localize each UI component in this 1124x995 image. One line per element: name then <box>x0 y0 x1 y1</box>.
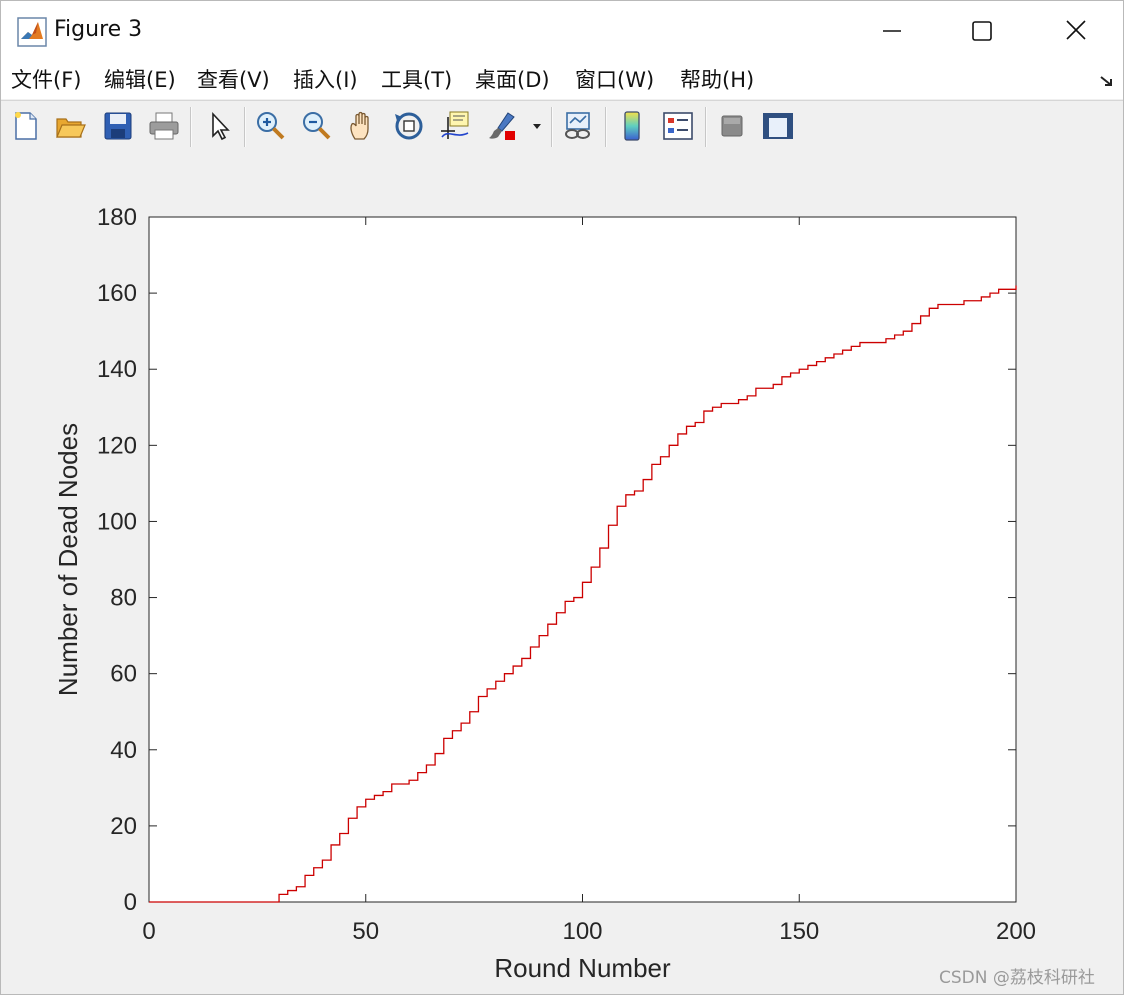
figure-window: Figure 3 文件(F) 编辑(E) 查看(V) 插入(I) 工具(T) 桌… <box>0 0 1124 995</box>
menu-file[interactable]: 文件(F) <box>11 65 81 95</box>
x-tick-label: 0 <box>142 918 155 945</box>
toolbar-separator <box>551 107 553 147</box>
hide-plot-tools-icon[interactable] <box>715 109 749 143</box>
y-tick-label: 20 <box>110 813 137 840</box>
x-tick-label: 200 <box>996 918 1036 945</box>
window-title: Figure 3 <box>54 17 143 42</box>
new-figure-icon[interactable] <box>9 109 43 143</box>
toolbar-separator <box>705 107 707 147</box>
data-cursor-icon[interactable] <box>438 109 472 143</box>
save-icon[interactable] <box>101 109 135 143</box>
print-icon[interactable] <box>147 109 181 143</box>
maximize-button[interactable] <box>959 11 1005 51</box>
open-file-icon[interactable] <box>54 109 88 143</box>
link-plot-icon[interactable] <box>561 109 595 143</box>
y-axis-label: Number of Dead Nodes <box>53 423 83 696</box>
menu-insert[interactable]: 插入(I) <box>293 65 358 95</box>
toolbar-separator <box>244 107 246 147</box>
x-tick-label: 100 <box>562 918 602 945</box>
matlab-logo-icon <box>17 17 47 47</box>
title-bar[interactable]: Figure 3 <box>1 1 1123 61</box>
menu-bar: 文件(F) 编辑(E) 查看(V) 插入(I) 工具(T) 桌面(D) 窗口(W… <box>1 61 1123 99</box>
insert-colorbar-icon[interactable] <box>615 109 649 143</box>
rotate-3d-icon[interactable] <box>392 109 426 143</box>
menu-help[interactable]: 帮助(H) <box>680 65 754 95</box>
toolbar-separator <box>605 107 607 147</box>
x-axis-label: Round Number <box>494 953 671 983</box>
close-button[interactable] <box>1053 11 1099 51</box>
minimize-button[interactable] <box>869 11 915 51</box>
plot-area <box>148 216 1017 903</box>
brush-dropdown-arrow-icon[interactable] <box>528 109 546 143</box>
y-tick-label: 0 <box>124 889 137 916</box>
watermark-text: CSDN @荔枝科研社 <box>939 968 1095 988</box>
menu-desktop[interactable]: 桌面(D) <box>475 65 550 95</box>
zoom-out-icon[interactable] <box>300 109 334 143</box>
menu-edit[interactable]: 编辑(E) <box>104 65 176 95</box>
edit-plot-arrow-icon[interactable] <box>203 109 237 143</box>
figure-canvas: 0 50 100 150 200 0 20 40 60 80 100 120 140 160 180 Roun… <box>1 153 1123 994</box>
y-tick-label: 140 <box>97 356 137 383</box>
pan-hand-icon[interactable] <box>346 109 380 143</box>
zoom-in-icon[interactable] <box>254 109 288 143</box>
y-tick-label: 80 <box>110 585 137 612</box>
x-tick-label: 50 <box>352 918 379 945</box>
x-tick-label: 150 <box>779 918 819 945</box>
insert-legend-icon[interactable] <box>661 109 695 143</box>
menu-window[interactable]: 窗口(W) <box>575 65 654 95</box>
y-tick-label: 160 <box>97 280 137 307</box>
y-tick-label: 100 <box>97 508 137 535</box>
brush-icon[interactable] <box>486 109 520 143</box>
toolbar-dock-arrow-icon[interactable] <box>1099 73 1115 89</box>
y-tick-label: 40 <box>110 737 137 764</box>
menu-view[interactable]: 查看(V) <box>197 65 270 95</box>
y-tick-label: 60 <box>110 661 137 688</box>
y-tick-label: 120 <box>97 432 137 459</box>
figure-toolbar <box>1 100 1123 154</box>
toolbar-separator <box>190 107 192 147</box>
show-plot-tools-icon[interactable] <box>761 109 795 143</box>
y-tick-label: 180 <box>97 204 137 231</box>
line-chart: 0 50 100 150 200 0 20 40 60 80 100 120 140 160 180 Roun… <box>53 204 1036 983</box>
menu-tools[interactable]: 工具(T) <box>381 65 452 95</box>
